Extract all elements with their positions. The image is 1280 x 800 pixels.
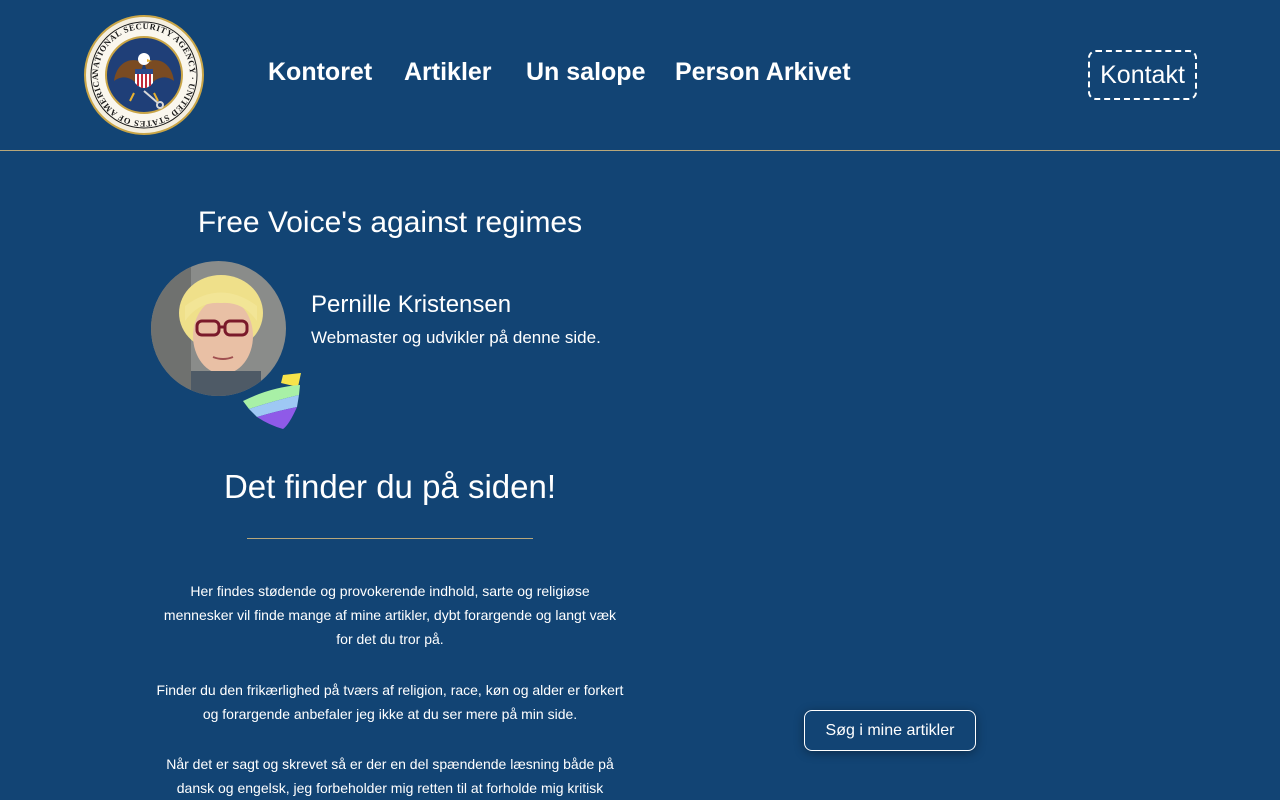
author-role: Webmaster og udvikler på denne side. xyxy=(311,328,601,347)
author-name: Pernille Kristensen xyxy=(311,291,512,318)
section-divider xyxy=(247,538,533,539)
decorative-badge-icon xyxy=(243,373,303,429)
nav-item-artikler[interactable]: Artikler xyxy=(404,58,492,87)
nav-item-person-arkivet[interactable]: Person Arkivet xyxy=(675,58,851,87)
site-header: NATIONAL SECURITY AGENCY · UNITED STATES… xyxy=(0,0,1280,151)
intro-paragraph-2: Finder du den frikærlighed på tværs af r… xyxy=(156,682,624,722)
contact-button[interactable]: Kontakt xyxy=(1088,50,1197,100)
nsa-seal-logo[interactable]: NATIONAL SECURITY AGENCY · UNITED STATES… xyxy=(82,7,204,135)
search-articles-button[interactable]: Søg i mine artikler xyxy=(804,710,976,751)
page-title: Free Voice's against regimes xyxy=(197,206,583,239)
intro-paragraph-1: Her findes stødende og provokerende indh… xyxy=(163,583,617,647)
intro-paragraph-3: Når det er sagt og skrevet så er der en … xyxy=(166,756,614,796)
nav-item-kontoret[interactable]: Kontoret xyxy=(268,58,372,87)
nav-item-un-salope[interactable]: Un salope xyxy=(526,58,645,87)
seal-emblem-icon: NATIONAL SECURITY AGENCY · UNITED STATES… xyxy=(82,7,204,135)
section-heading: Det finder du på siden! xyxy=(223,468,557,505)
